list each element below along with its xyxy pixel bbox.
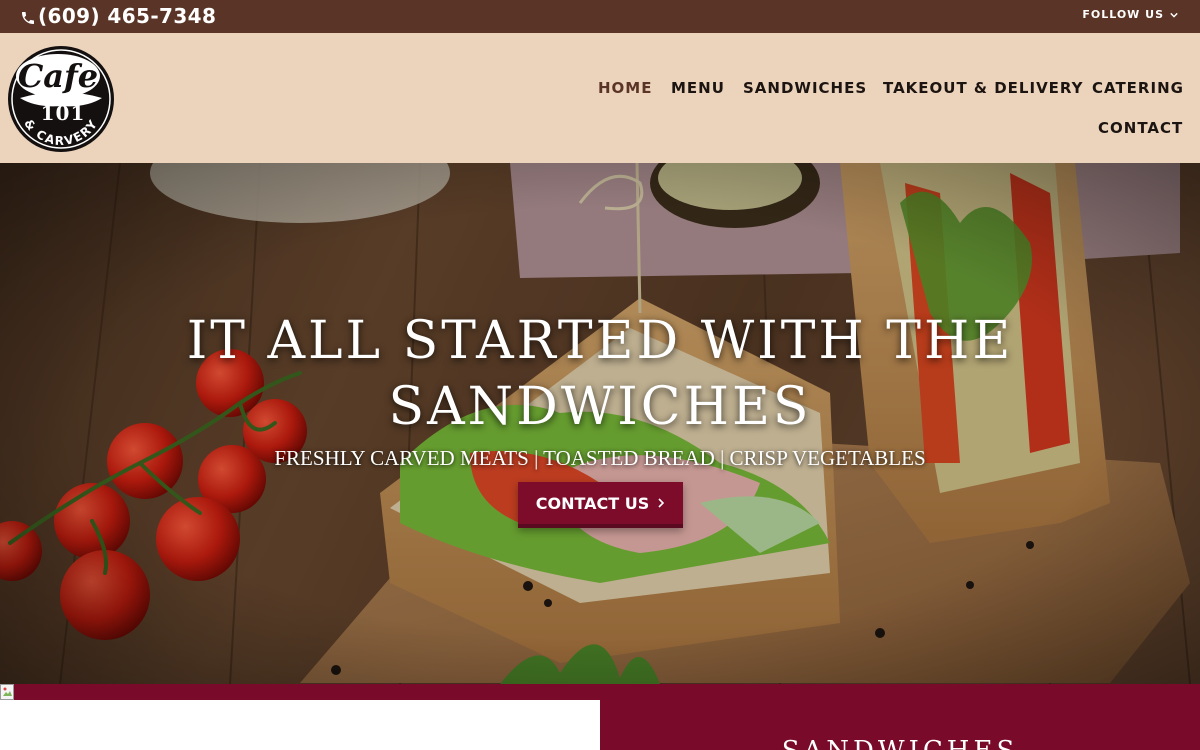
contact-us-label: CONTACT US xyxy=(535,493,650,513)
nav-home[interactable]: HOME xyxy=(598,79,652,97)
hero-banner: IT ALL STARTED WITH THE SANDWICHES FRESH… xyxy=(0,163,1200,684)
nav-contact[interactable]: CONTACT xyxy=(1098,119,1183,137)
sandwiches-section: SANDWICHES xyxy=(0,684,1200,750)
nav-takeout-delivery[interactable]: TAKEOUT & DELIVERY xyxy=(883,79,1084,97)
logo-wordmark-cafe: Cafe xyxy=(18,57,98,95)
top-bar: (609) 465-7348 FOLLOW US xyxy=(0,0,1200,33)
nav-catering[interactable]: CATERING xyxy=(1092,79,1184,97)
site-header: Cafe 101 & CARVERY HOME MENU SANDWICHES … xyxy=(0,33,1200,163)
section-image-placeholder xyxy=(0,700,600,750)
nav-sandwiches[interactable]: SANDWICHES xyxy=(743,79,867,97)
hero-title-line-2: SANDWICHES xyxy=(388,377,812,437)
nav-menu[interactable]: MENU xyxy=(671,79,725,97)
phone-icon xyxy=(22,11,34,24)
broken-image-icon xyxy=(0,684,14,700)
contact-us-button[interactable]: CONTACT US xyxy=(518,482,683,528)
chevron-down-icon xyxy=(1170,12,1178,18)
logo-wordmark-number: 101 xyxy=(41,101,86,125)
hero-subtitle: FRESHLY CARVED MEATS | TOASTED BREAD | C… xyxy=(274,446,926,470)
chevron-right-icon xyxy=(658,498,665,508)
hero-title-line-1: IT ALL STARTED WITH THE xyxy=(186,311,1014,371)
cafe-101-carvery-logo[interactable]: Cafe 101 & CARVERY xyxy=(6,42,116,156)
section-title: SANDWICHES xyxy=(600,736,1200,750)
follow-us-label: FOLLOW US xyxy=(1082,8,1164,21)
phone-number: (609) 465-7348 xyxy=(38,4,217,28)
phone-link[interactable]: (609) 465-7348 xyxy=(20,3,216,29)
hero-title: IT ALL STARTED WITH THE SANDWICHES xyxy=(0,308,1200,440)
follow-us-dropdown[interactable]: FOLLOW US xyxy=(1082,8,1178,21)
